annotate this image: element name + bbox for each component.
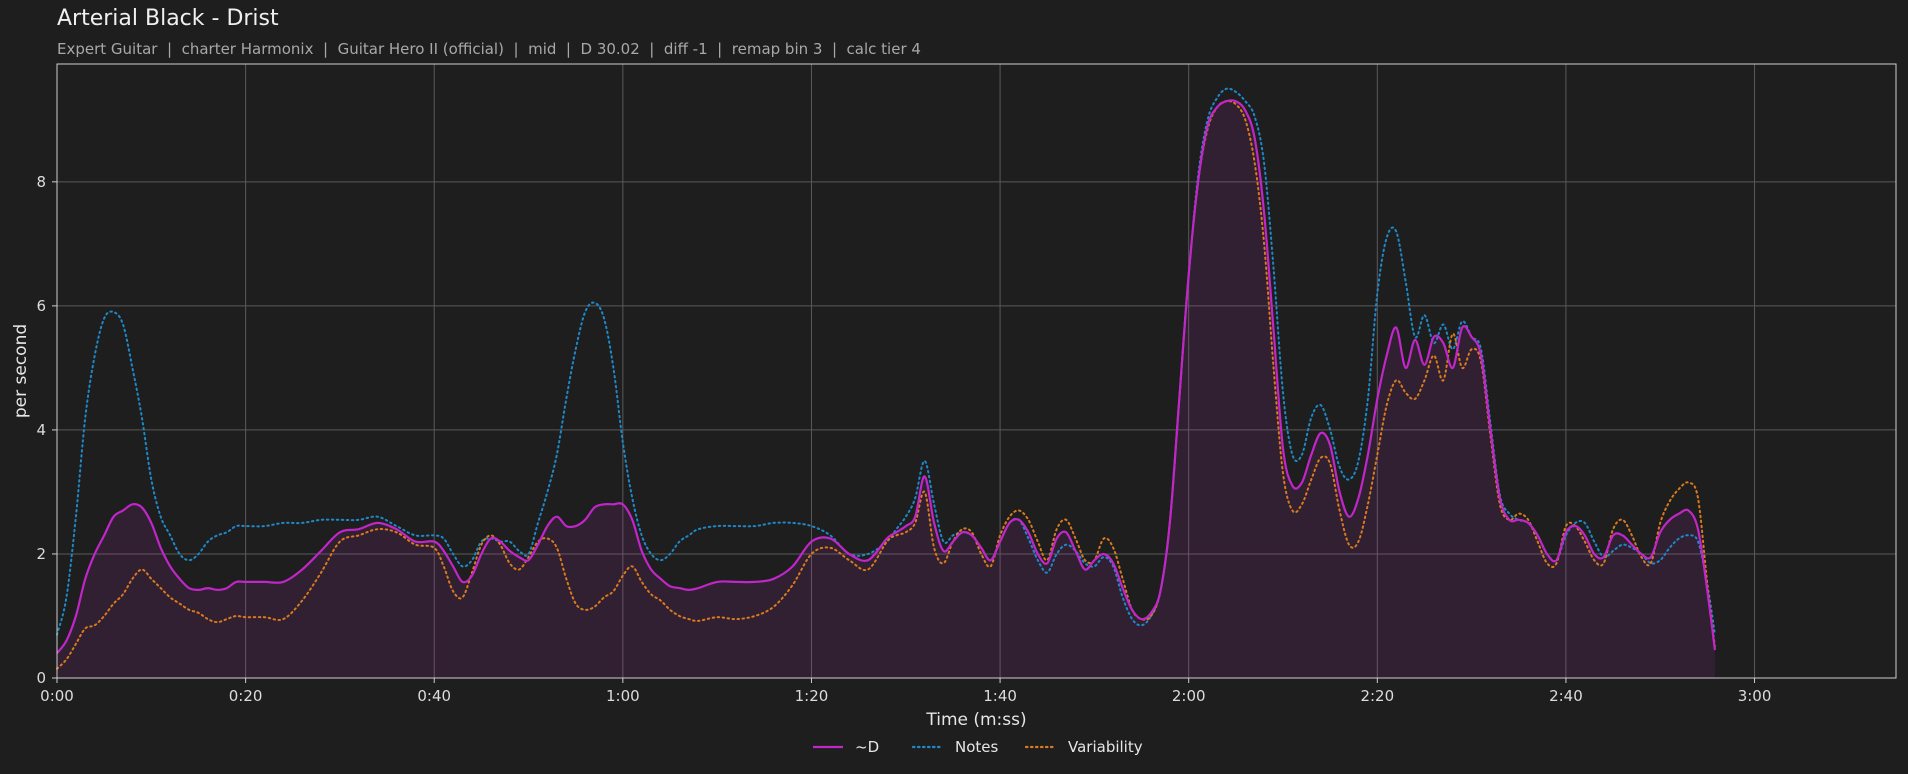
x-tick-label: 0:40 bbox=[417, 687, 451, 705]
x-axis-label: Time (m:ss) bbox=[925, 710, 1026, 730]
legend-label: ~D bbox=[855, 738, 879, 756]
x-tick-label: 2:20 bbox=[1360, 687, 1394, 705]
legend-label: Notes bbox=[955, 738, 999, 756]
series-fill-d bbox=[57, 100, 1715, 679]
legend: ~D Notes Variability bbox=[813, 738, 1143, 756]
chart-svg: 0:00 0:20 0:40 1:00 1:20 1:40 2:00 2:20 2:40 3:00… bbox=[11, 63, 1897, 756]
y-tick-label: 6 bbox=[36, 297, 46, 315]
legend-label: Variability bbox=[1068, 738, 1143, 756]
x-tick-label: 0:00 bbox=[40, 687, 74, 705]
x-tick-label: 2:00 bbox=[1172, 687, 1206, 705]
x-tick-label: 1:40 bbox=[983, 687, 1017, 705]
x-tick-label: 2:40 bbox=[1549, 687, 1583, 705]
y-tick-label: 2 bbox=[36, 545, 46, 563]
y-tick-label: 8 bbox=[36, 173, 46, 191]
y-tick-label: 4 bbox=[36, 421, 46, 439]
series-fill-layer bbox=[57, 100, 1715, 679]
x-tick-label: 0:20 bbox=[229, 687, 263, 705]
x-tick-label: 1:00 bbox=[606, 687, 640, 705]
y-tick-label: 0 bbox=[36, 669, 46, 687]
x-tick-label: 1:20 bbox=[795, 687, 829, 705]
y-axis-label: per second bbox=[11, 324, 31, 418]
x-tick-label: 3:00 bbox=[1738, 687, 1772, 705]
